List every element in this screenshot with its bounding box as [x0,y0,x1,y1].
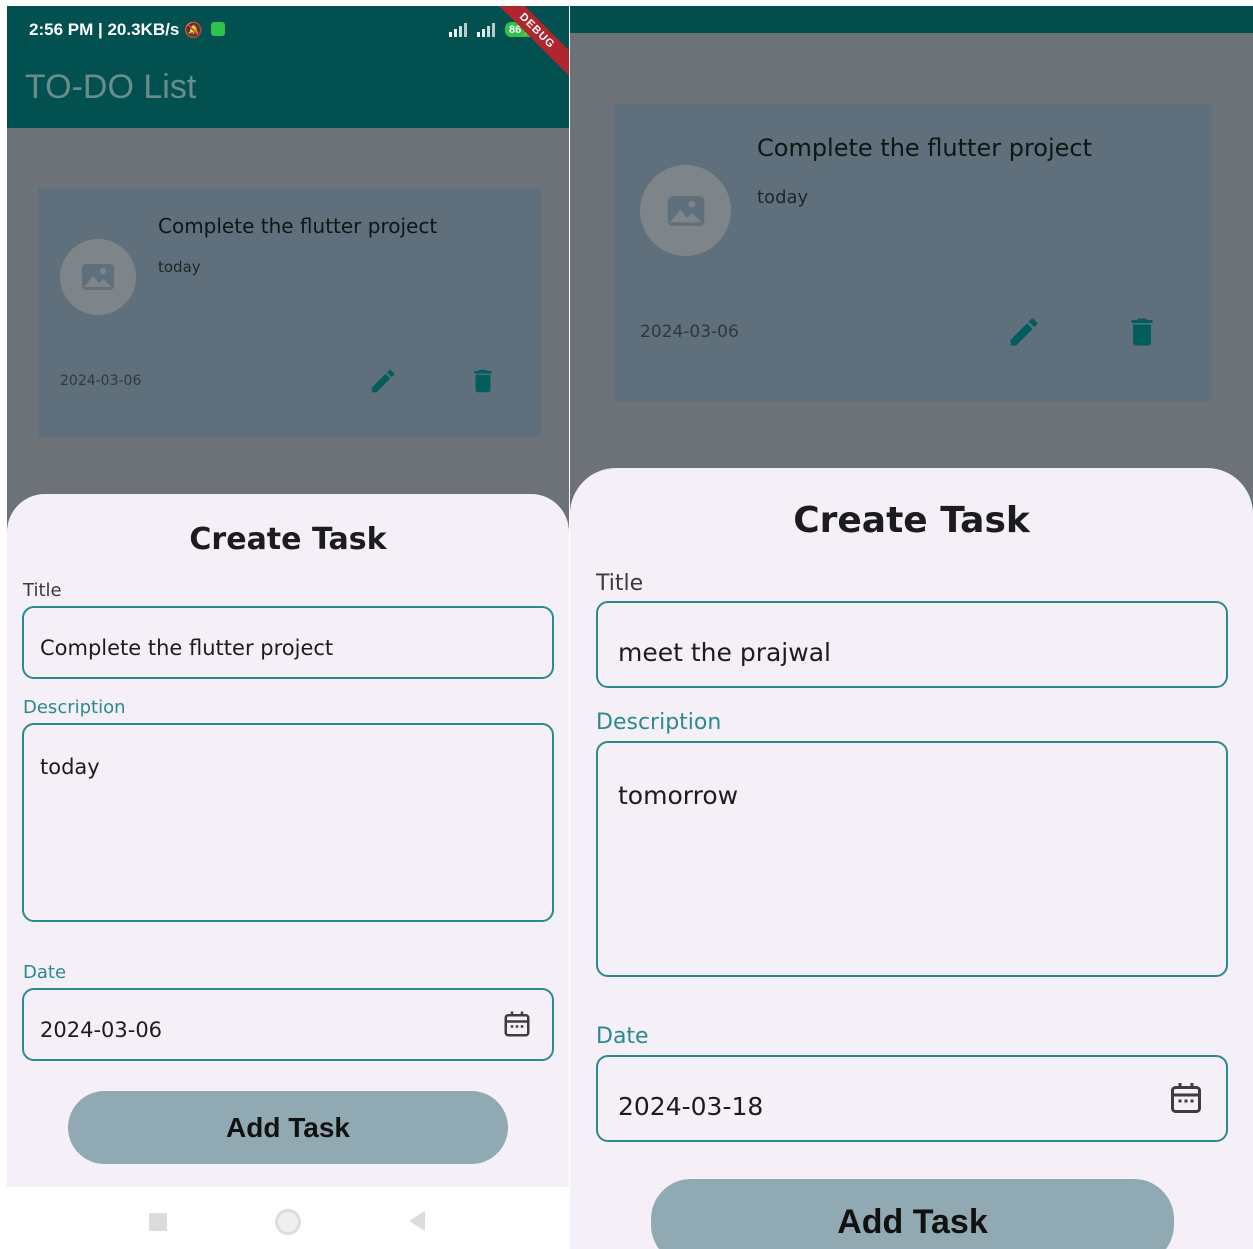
title-input-value: Complete the flutter project [40,636,334,660]
task-date: 2024-03-06 [60,373,142,389]
task-avatar [60,239,136,315]
task-card[interactable]: Complete the flutter project today 2024-… [38,188,541,437]
date-input[interactable]: 2024-03-18 [596,1055,1228,1142]
signal-icon [449,23,468,37]
calendar-icon[interactable] [1168,1079,1204,1117]
status-bar: 2:56 PM | 20.3KB/s 🔕 [29,20,226,40]
pencil-icon[interactable] [368,366,398,396]
date-input-value: 2024-03-18 [618,1092,764,1121]
task-card[interactable]: Complete the flutter project today 2024-… [614,104,1212,401]
image-icon [667,195,704,226]
description-input-value: tomorrow [618,781,739,810]
app-title: TO-DO List [25,68,197,106]
description-input[interactable]: tomorrow [596,741,1228,977]
date-input-value: 2024-03-06 [40,1018,163,1042]
title-input[interactable]: Complete the flutter project [22,606,554,679]
left-screen: 2:56 PM | 20.3KB/s 🔕 86⚡ DEBUG TO-DO Lis… [7,6,569,1249]
date-label: Date [23,962,67,983]
pencil-icon[interactable] [1006,314,1042,350]
add-task-button[interactable]: Add Task [68,1091,508,1164]
calendar-icon[interactable] [502,1008,532,1040]
sheet-heading: Create Task [793,500,1030,541]
sheet-heading: Create Task [189,522,387,557]
nav-bar [7,1187,569,1249]
debug-ribbon: DEBUG [488,6,569,80]
description-input-value: today [40,755,100,779]
title-label: Title [23,580,62,601]
recent-apps-button[interactable] [149,1213,167,1231]
task-description: today [158,258,201,276]
date-label: Date [596,1024,649,1049]
description-input[interactable]: today [22,723,554,922]
signal-icon-2 [477,23,496,37]
image-icon [82,264,114,290]
date-input[interactable]: 2024-03-06 [22,988,554,1061]
description-label: Description [23,697,126,718]
app-bar: 2:56 PM | 20.3KB/s 🔕 86⚡ DEBUG TO-DO Lis… [7,6,569,128]
mute-icon: 🔕 [184,22,203,39]
home-button[interactable] [275,1209,301,1235]
app-bar-edge [570,6,1253,33]
task-description: today [757,187,809,208]
android-icon [211,22,226,36]
add-task-button[interactable]: Add Task [651,1179,1174,1249]
create-task-sheet: Create Task Title Complete the flutter p… [7,494,569,1249]
description-label: Description [596,710,722,735]
trash-icon[interactable] [1124,313,1160,351]
trash-icon[interactable] [468,365,498,397]
create-task-sheet: Create Task Title meet the prajwal Descr… [570,468,1253,1249]
status-time: 2:56 PM | 20.3KB/s [29,20,180,39]
task-avatar [640,165,731,256]
task-date: 2024-03-06 [640,322,739,342]
right-screen: Complete the flutter project today 2024-… [570,6,1253,1249]
title-label: Title [596,571,644,596]
task-title: Complete the flutter project [158,214,438,238]
title-input-value: meet the prajwal [618,638,831,667]
title-input[interactable]: meet the prajwal [596,601,1228,688]
task-title: Complete the flutter project [757,134,1093,162]
back-button[interactable] [409,1211,425,1231]
